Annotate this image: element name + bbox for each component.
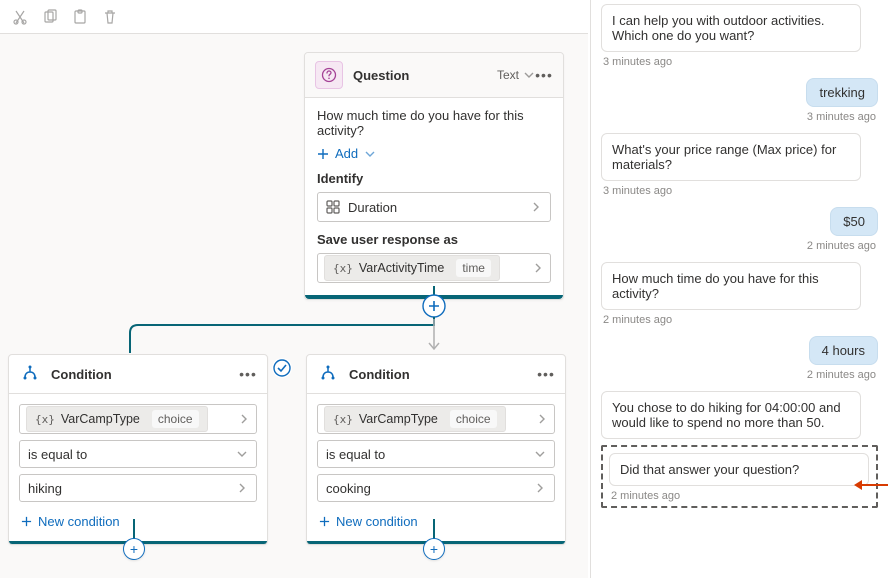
condition-variable-type: choice (450, 410, 497, 428)
entity-icon (326, 200, 340, 214)
add-node-button[interactable]: + (123, 538, 145, 560)
bot-message: How much time do you have for this activ… (601, 262, 861, 310)
chevron-right-icon (532, 262, 544, 274)
condition-variable-field[interactable]: {x} VarCampType choice (19, 404, 257, 434)
paste-icon[interactable] (72, 9, 88, 25)
question-header: Question Text ••• (305, 53, 563, 98)
value-select[interactable]: hiking (19, 474, 257, 502)
delete-icon[interactable] (102, 9, 118, 25)
bot-message: What's your price range (Max price) for … (601, 133, 861, 181)
chevron-down-icon[interactable] (523, 69, 535, 81)
variable-type: time (456, 259, 491, 277)
variable-name: VarActivityTime (359, 261, 444, 275)
plus-icon (317, 148, 329, 160)
timestamp: 3 minutes ago (603, 56, 878, 68)
condition-variable-name: VarCampType (359, 412, 438, 426)
condition-title: Condition (51, 367, 239, 382)
condition-variable-field[interactable]: {x} VarCampType choice (317, 404, 555, 434)
chevron-down-icon (236, 448, 248, 460)
operator-value: is equal to (28, 447, 87, 462)
chevron-down-icon (364, 148, 376, 160)
bot-message: You chose to do hiking for 04:00:00 and … (601, 391, 861, 439)
chevron-right-icon (536, 413, 548, 425)
variable-field[interactable]: {x} VarActivityTime time (317, 253, 551, 283)
add-label: Add (335, 146, 358, 161)
chevron-down-icon (534, 448, 546, 460)
timestamp: 2 minutes ago (807, 369, 876, 381)
condition-more-menu[interactable]: ••• (537, 366, 555, 382)
new-condition-label: New condition (336, 514, 418, 529)
condition-value: cooking (326, 481, 371, 496)
chevron-right-icon (534, 482, 546, 494)
value-select[interactable]: cooking (317, 474, 555, 502)
operator-value: is equal to (326, 447, 385, 462)
timestamp: 3 minutes ago (603, 185, 878, 197)
question-title: Question (353, 68, 497, 83)
question-more-menu[interactable]: ••• (535, 67, 553, 83)
add-prompt-button[interactable]: Add (317, 146, 551, 161)
user-message: 4 hours (809, 336, 878, 365)
variable-pill: {x} VarActivityTime time (324, 255, 500, 281)
bot-message: I can help you with outdoor activities. … (601, 4, 861, 52)
identify-entity-field[interactable]: Duration (317, 192, 551, 222)
operator-select[interactable]: is equal to (317, 440, 555, 468)
chevron-right-icon (238, 413, 250, 425)
user-message: $50 (830, 207, 878, 236)
plus-icon (21, 516, 32, 527)
branch-icon (317, 363, 339, 385)
question-prompt-text[interactable]: How much time do you have for this activ… (317, 108, 551, 138)
authoring-canvas[interactable]: Question Text ••• How much time do you h… (0, 0, 588, 578)
condition-header: Condition ••• (307, 355, 565, 394)
canvas-toolbar (0, 0, 588, 34)
chevron-right-icon (236, 482, 248, 494)
new-condition-label: New condition (38, 514, 120, 529)
validation-check-icon (272, 358, 292, 378)
operator-select[interactable]: is equal to (19, 440, 257, 468)
question-icon (315, 61, 343, 89)
timestamp: 3 minutes ago (807, 111, 876, 123)
annotation-arrow-icon (852, 478, 888, 492)
condition-variable-name: VarCampType (61, 412, 140, 426)
highlighted-turn: Did that answer your question? 2 minutes… (601, 445, 878, 508)
test-chat-panel: I can help you with outdoor activities. … (590, 0, 888, 578)
save-response-label: Save user response as (317, 232, 551, 247)
variable-brace-icon: {x} (333, 413, 353, 426)
condition-value: hiking (28, 481, 62, 496)
branch-icon (19, 363, 41, 385)
timestamp: 2 minutes ago (807, 240, 876, 252)
timestamp: 2 minutes ago (603, 314, 878, 326)
condition-more-menu[interactable]: ••• (239, 366, 257, 382)
identify-value: Duration (348, 200, 397, 215)
identify-label: Identify (317, 171, 551, 186)
bot-message: Did that answer your question? (609, 453, 869, 486)
question-type-label[interactable]: Text (497, 68, 519, 82)
question-node[interactable]: Question Text ••• How much time do you h… (304, 52, 564, 300)
condition-header: Condition ••• (9, 355, 267, 394)
timestamp: 2 minutes ago (611, 490, 870, 502)
variable-brace-icon: {x} (333, 262, 353, 275)
plus-icon (319, 516, 330, 527)
chevron-right-icon (530, 201, 542, 213)
variable-brace-icon: {x} (35, 413, 55, 426)
condition-variable-type: choice (152, 410, 199, 428)
condition-title: Condition (349, 367, 537, 382)
copy-icon[interactable] (42, 9, 58, 25)
user-message: trekking (806, 78, 878, 107)
add-node-button[interactable]: + (423, 538, 445, 560)
cut-icon[interactable] (12, 9, 28, 25)
